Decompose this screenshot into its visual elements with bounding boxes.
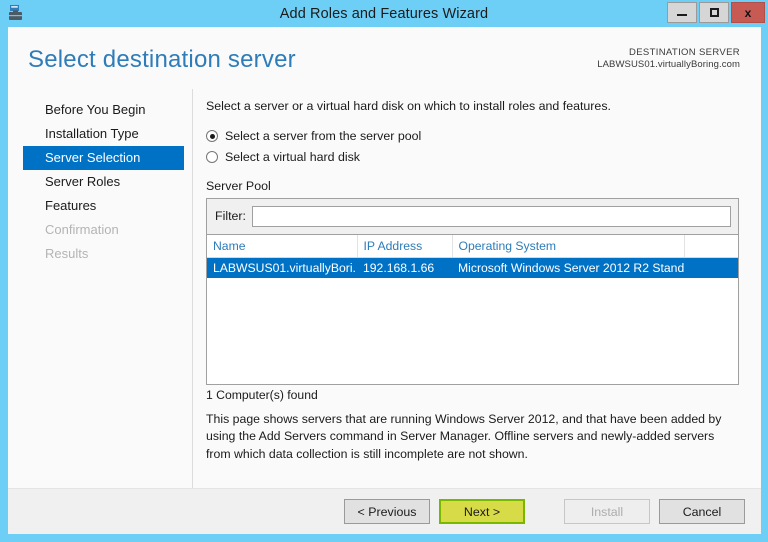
computers-found-text: 1 Computer(s) found bbox=[206, 387, 318, 402]
intro-text: Select a server or a virtual hard disk o… bbox=[206, 99, 611, 113]
radio-server-pool-label: Select a server from the server pool bbox=[225, 129, 422, 144]
table-row[interactable]: LABWSUS01.virtuallyBori... 192.168.1.66 … bbox=[207, 257, 738, 278]
cell-name: LABWSUS01.virtuallyBori... bbox=[207, 257, 357, 278]
install-button: Install bbox=[564, 499, 650, 524]
minimize-button[interactable] bbox=[667, 2, 697, 23]
sidebar-item-before-you-begin[interactable]: Before You Begin bbox=[23, 98, 184, 122]
cancel-button[interactable]: Cancel bbox=[659, 499, 745, 524]
destination-server-label: DESTINATION SERVER bbox=[629, 47, 740, 58]
wizard-body: Select destination server DESTINATION SE… bbox=[8, 27, 761, 534]
server-pool-heading: Server Pool bbox=[206, 178, 271, 193]
sidebar-item-confirmation: Confirmation bbox=[45, 222, 119, 237]
close-button[interactable]: x bbox=[731, 2, 765, 23]
column-header-operating-system[interactable]: Operating System bbox=[452, 234, 685, 258]
content-pane: Select a server or a virtual hard disk o… bbox=[193, 89, 761, 488]
next-button[interactable]: Next > bbox=[439, 499, 525, 524]
radio-server-pool-icon[interactable] bbox=[206, 130, 218, 143]
cell-blank bbox=[684, 257, 738, 278]
column-header-name[interactable]: Name bbox=[207, 234, 358, 258]
radio-option-virtual-hard-disk[interactable]: Select a virtual hard disk bbox=[206, 147, 743, 168]
window-controls: x bbox=[667, 2, 765, 23]
title-bar: Add Roles and Features Wizard x bbox=[0, 0, 768, 27]
table-header-row: Name IP Address Operating System bbox=[207, 234, 738, 258]
column-header-ip-address[interactable]: IP Address bbox=[357, 234, 453, 258]
cell-ip-address: 192.168.1.66 bbox=[357, 257, 452, 278]
server-pool-note: This page shows servers that are running… bbox=[206, 411, 722, 461]
cell-operating-system: Microsoft Windows Server 2012 R2 Standar… bbox=[452, 257, 684, 278]
page-header: Select destination server DESTINATION SE… bbox=[8, 27, 761, 89]
destination-server-block: DESTINATION SERVER LABWSUS01.virtuallyBo… bbox=[597, 47, 740, 71]
column-header-blank[interactable] bbox=[684, 234, 738, 258]
server-pool-panel: Filter: Name IP Address Operating System… bbox=[206, 197, 739, 385]
maximize-icon bbox=[709, 8, 719, 17]
main-area: Before You Begin Installation Type Serve… bbox=[8, 89, 761, 488]
wizard-navigation: Before You Begin Installation Type Serve… bbox=[8, 89, 193, 488]
sidebar-item-server-selection[interactable]: Server Selection bbox=[23, 146, 184, 170]
radio-virtual-hard-disk-icon[interactable] bbox=[206, 151, 218, 164]
sidebar-item-results: Results bbox=[45, 246, 89, 261]
sidebar-item-installation-type[interactable]: Installation Type bbox=[23, 122, 184, 146]
maximize-button[interactable] bbox=[699, 2, 729, 23]
page-title: Select destination server bbox=[28, 46, 296, 73]
radio-virtual-hard-disk-label: Select a virtual hard disk bbox=[225, 150, 360, 165]
filter-row: Filter: bbox=[207, 198, 738, 234]
minimize-icon bbox=[677, 14, 687, 16]
window-title: Add Roles and Features Wizard bbox=[279, 5, 489, 22]
server-pool-table: Name IP Address Operating System LABWSUS… bbox=[207, 234, 738, 278]
filter-label: Filter: bbox=[215, 209, 246, 224]
sidebar-item-server-roles[interactable]: Server Roles bbox=[23, 170, 184, 194]
server-wizard-icon bbox=[8, 4, 26, 22]
radio-option-server-pool[interactable]: Select a server from the server pool bbox=[206, 126, 743, 147]
wizard-window: Add Roles and Features Wizard x Select d… bbox=[0, 0, 768, 542]
server-pool-table-wrap[interactable]: Name IP Address Operating System LABWSUS… bbox=[207, 233, 738, 384]
sidebar-item-features[interactable]: Features bbox=[23, 194, 184, 218]
previous-button[interactable]: < Previous bbox=[344, 499, 430, 524]
wizard-footer: < Previous Next > Install Cancel bbox=[8, 488, 761, 534]
filter-input[interactable] bbox=[251, 205, 731, 227]
destination-server-value: LABWSUS01.virtuallyBoring.com bbox=[597, 59, 740, 71]
